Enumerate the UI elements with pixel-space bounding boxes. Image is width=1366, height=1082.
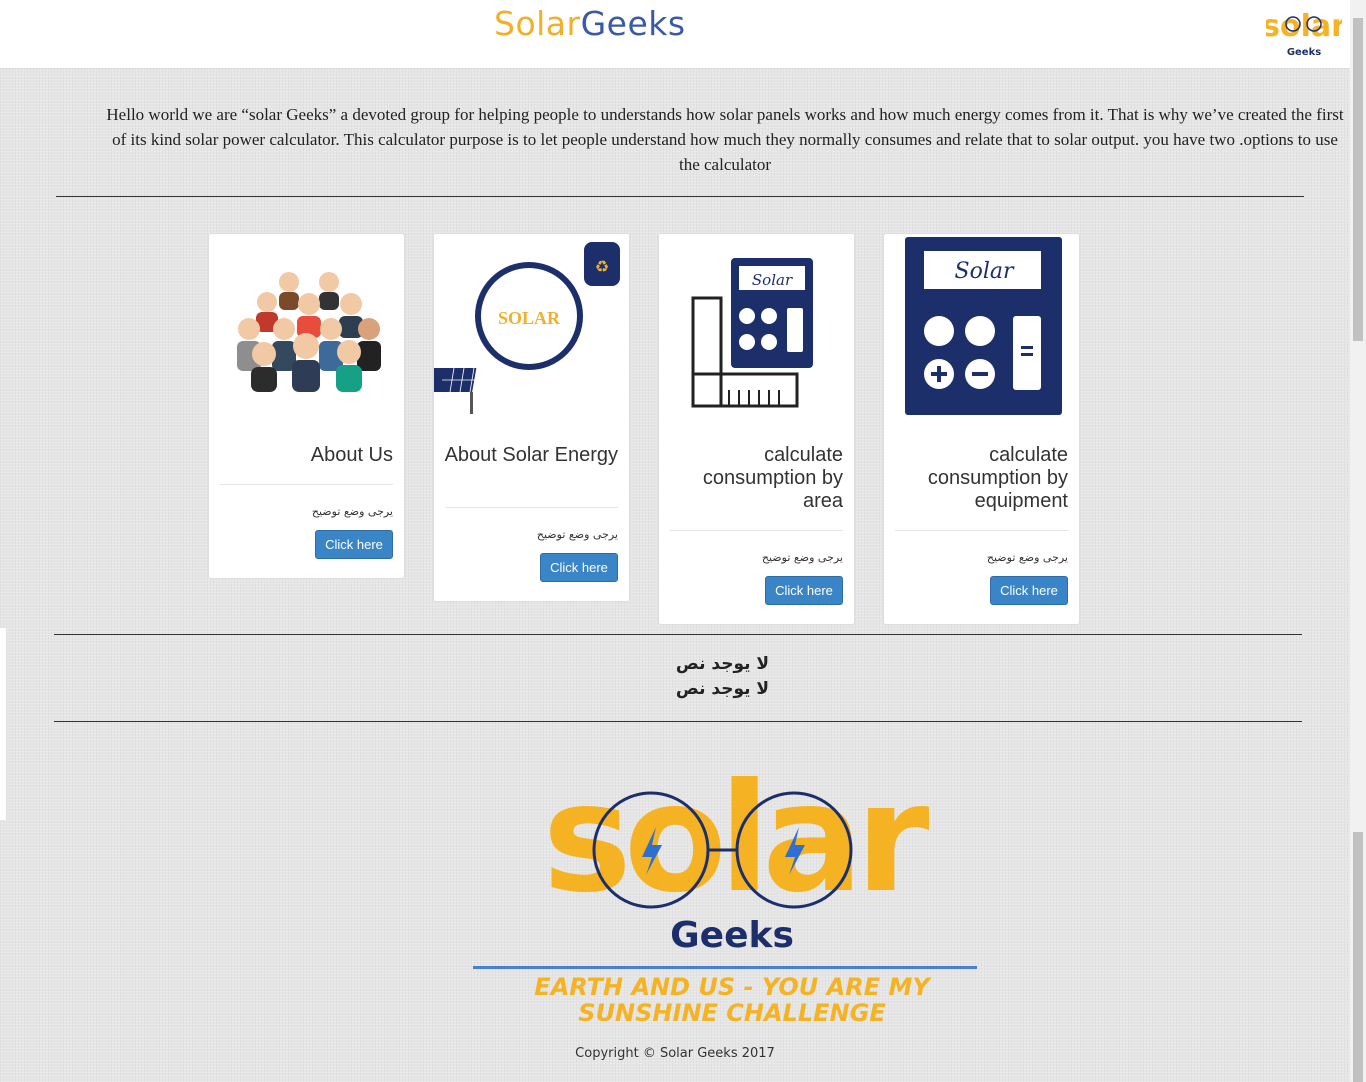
solar-geeks-logo-icon[interactable]: solar Geeks (1266, 2, 1342, 60)
top-navbar: SolarGeeks solar Geeks (0, 0, 1350, 69)
card-about-us: About Us يرجى وضع توضيح Click here (208, 233, 405, 579)
card-consumption-by-equipment: Solar calculate consumption by equipment… (883, 233, 1080, 625)
card-description: يرجى وضع توضيح (536, 528, 618, 541)
team-people-icon (237, 272, 381, 392)
scrollbar-thumb[interactable] (1353, 18, 1363, 341)
logo-subtext: Geeks (1287, 47, 1321, 58)
placeholder-text: لا يوجد نص (675, 654, 770, 674)
svg-text:♻: ♻ (595, 259, 609, 276)
big-logo-subtext: Geeks (670, 915, 794, 956)
area-calculator-icon: Solar (691, 258, 813, 408)
card-about-solar-energy: SOLAR ♻ About Solar Energy يرجى وضع توضي… (433, 233, 630, 602)
left-white-strip (0, 628, 6, 820)
card-title: calculate consumption by equipment (927, 444, 1068, 512)
card-divider (445, 507, 618, 508)
card-description: يرجى وضع توضيح (311, 505, 393, 518)
card-description: يرجى وضع توضيح (986, 551, 1068, 564)
calculator-label-text: Solar (752, 271, 793, 289)
brand-title-part2: Geeks (580, 4, 686, 43)
card-consumption-by-area: Solar calculate consumption by area يرجى… (658, 233, 855, 625)
brand-title-part1: Solar (494, 4, 581, 43)
scrollbar-thumb-lower[interactable] (1353, 832, 1363, 1082)
calculator-label-text: Solar (955, 259, 1015, 284)
big-logo-text: solar (543, 752, 930, 926)
solar-geeks-big-logo-icon: solar Geeks EARTH AND US - YOU ARE MY SU… (473, 752, 977, 1027)
intro-paragraph: Hello world we are “solar Geeks” a devot… (106, 105, 1344, 174)
big-logo-tagline: EARTH AND US - YOU ARE MY (534, 973, 932, 1001)
card-title: calculate consumption by area (702, 444, 843, 512)
card-divider (220, 484, 393, 485)
logo-text: solar (1266, 9, 1342, 44)
placeholder-text: لا يوجد نص (675, 679, 770, 699)
card-title: About Solar Energy (444, 444, 618, 466)
card-divider (895, 530, 1068, 531)
divider (56, 196, 1304, 197)
equipment-calculator-button[interactable]: Click here (990, 576, 1068, 605)
brand-title[interactable]: SolarGeeks (494, 4, 686, 43)
card-title: About Us (310, 444, 393, 466)
about-solar-energy-button[interactable]: Click here (540, 553, 618, 582)
solar-panel-icon: SOLAR ♻ (434, 242, 620, 414)
card-divider (670, 530, 843, 531)
divider (54, 634, 1302, 635)
big-logo-tagline: SUNSHINE CHALLENGE (578, 999, 886, 1027)
about-us-button[interactable]: Click here (315, 530, 393, 559)
divider (54, 721, 1302, 722)
area-calculator-button[interactable]: Click here (765, 576, 843, 605)
vertical-scrollbar[interactable] (1350, 0, 1366, 1082)
solar-label-text: SOLAR (498, 308, 561, 328)
equipment-calculator-icon: Solar (905, 237, 1062, 415)
footer-copyright: Copyright © Solar Geeks 2017 (575, 1046, 775, 1061)
card-description: يرجى وضع توضيح (761, 551, 843, 564)
